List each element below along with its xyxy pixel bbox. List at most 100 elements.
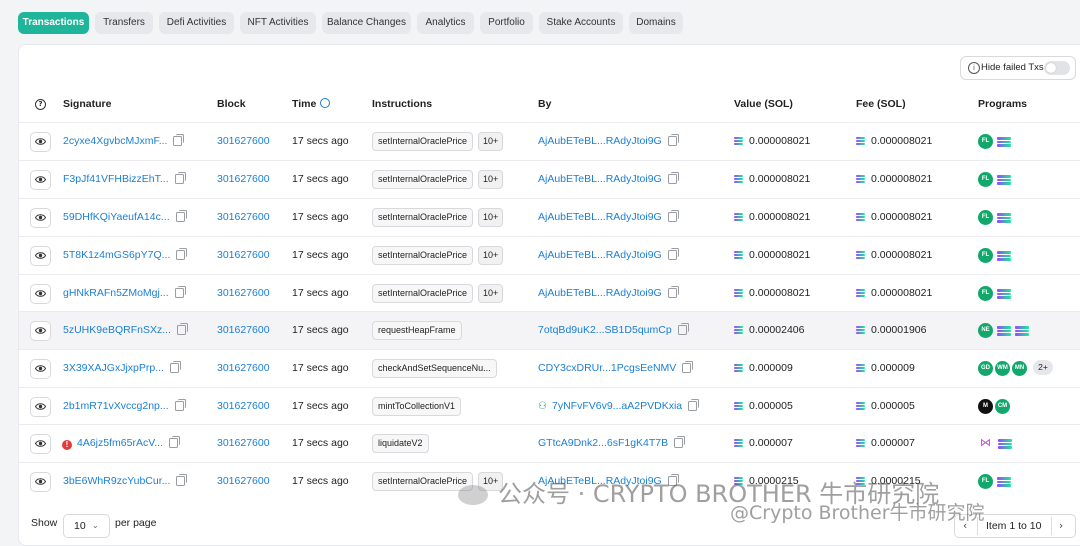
copy-icon[interactable] <box>174 286 186 298</box>
signer-link[interactable]: AjAubETeBL...RAdyJtoi9G <box>538 135 662 147</box>
solana-program-icon[interactable] <box>998 439 1012 449</box>
col-time[interactable]: Time <box>292 96 331 112</box>
view-details-button[interactable] <box>30 321 51 341</box>
block-link[interactable]: 301627600 <box>217 361 270 375</box>
signature-link[interactable]: gHNkRAFn5ZMoMgj... <box>63 287 169 299</box>
copy-icon[interactable] <box>667 172 679 184</box>
instruction-badge[interactable]: setInternalOraclePrice <box>372 284 474 303</box>
solana-program-icon[interactable] <box>997 137 1011 147</box>
table-row[interactable]: 5zUHK9eBQRFnSXz... 301627600 17 secs ago re… <box>19 311 1080 350</box>
view-details-button[interactable] <box>30 170 51 190</box>
tab-defi-activities[interactable]: Defi Activities <box>159 12 234 34</box>
instruction-badge[interactable]: setInternalOraclePrice <box>372 208 474 227</box>
solana-program-icon[interactable] <box>1015 326 1029 336</box>
instruction-badge[interactable]: setInternalOraclePrice <box>372 132 474 151</box>
signer-link[interactable]: AjAubETeBL...RAdyJtoi9G <box>538 249 662 261</box>
per-page-select[interactable]: 10 ⌄ <box>63 514 110 538</box>
program-badge[interactable]: WM <box>995 361 1010 376</box>
copy-icon[interactable] <box>682 361 694 373</box>
copy-icon[interactable] <box>174 172 186 184</box>
program-logo-icon[interactable]: NOM <box>978 399 993 414</box>
more-instructions-badge[interactable]: 10+ <box>478 170 504 189</box>
block-link[interactable]: 301627600 <box>217 286 270 300</box>
program-badge[interactable]: FL <box>978 286 993 301</box>
view-details-button[interactable] <box>30 246 51 266</box>
tab-transactions[interactable]: Transactions <box>18 12 89 34</box>
signature-link[interactable]: 3bE6WhR9zcYubCur... <box>63 475 170 487</box>
instruction-badge[interactable]: setInternalOraclePrice <box>372 246 474 265</box>
copy-icon[interactable] <box>173 134 185 146</box>
solana-program-icon[interactable] <box>997 251 1011 261</box>
copy-icon[interactable] <box>169 436 180 448</box>
program-badge[interactable]: GD <box>978 361 993 376</box>
program-badge[interactable]: FL <box>978 210 993 225</box>
clock-icon[interactable] <box>320 98 331 108</box>
table-row[interactable]: 3X39XAJGxJjxpPrp... 301627600 17 secs ago c… <box>19 349 1080 388</box>
table-row[interactable]: 5T8K1z4mGS6pY7Q... 301627600 17 secs ago se… <box>19 236 1080 275</box>
signer-link[interactable]: AjAubETeBL...RAdyJtoi9G <box>538 287 662 299</box>
signer-link[interactable]: AjAubETeBL...RAdyJtoi9G <box>538 173 662 185</box>
copy-icon[interactable] <box>667 210 679 222</box>
program-badge[interactable]: FL <box>978 474 993 489</box>
table-row[interactable]: 59DHfKQiYaeufA14c... 301627600 17 secs ago… <box>19 198 1080 237</box>
table-row[interactable]: 2b1mR71vXvccg2np... 301627600 17 secs ago m… <box>19 387 1080 426</box>
copy-icon[interactable] <box>176 474 188 486</box>
block-link[interactable]: 301627600 <box>217 172 270 186</box>
copy-icon[interactable] <box>674 436 686 448</box>
tab-balance-changes[interactable]: Balance Changes <box>322 12 411 34</box>
signature-link[interactable]: 3X39XAJGxJjxpPrp... <box>63 362 164 374</box>
hide-failed-toggle[interactable]: i Hide failed Txs <box>960 56 1076 80</box>
copy-icon[interactable] <box>667 286 679 298</box>
block-link[interactable]: 301627600 <box>217 474 270 488</box>
tab-domains[interactable]: Domains <box>629 12 683 34</box>
signer-link[interactable]: GTtcA9Dnk2...6sF1gK4T7B <box>538 437 668 449</box>
table-row[interactable]: gHNkRAFn5ZMoMgj... 301627600 17 secs ago se… <box>19 274 1080 313</box>
signature-link[interactable]: F3pJf41VFHBizzEhT... <box>63 173 169 185</box>
block-link[interactable]: 301627600 <box>217 436 270 450</box>
copy-icon[interactable] <box>688 399 700 411</box>
signature-link[interactable]: 2b1mR71vXvccg2np... <box>63 400 169 412</box>
block-link[interactable]: 301627600 <box>217 210 270 224</box>
view-details-button[interactable] <box>30 208 51 228</box>
view-details-button[interactable] <box>30 359 51 379</box>
signature-link[interactable]: 2cyxe4XgvbcMJxmF... <box>63 135 167 147</box>
view-details-button[interactable] <box>30 472 51 492</box>
table-row[interactable]: F3pJf41VFHBizzEhT... 301627600 17 secs ago… <box>19 160 1080 199</box>
solana-program-icon[interactable] <box>997 289 1011 299</box>
signature-link[interactable]: 59DHfKQiYaeufA14c... <box>63 211 170 223</box>
block-link[interactable]: 301627600 <box>217 323 270 337</box>
tab-analytics[interactable]: Analytics <box>417 12 474 34</box>
solana-program-icon[interactable] <box>997 213 1011 223</box>
more-instructions-badge[interactable]: 10+ <box>478 208 504 227</box>
view-details-button[interactable] <box>30 397 51 417</box>
program-logo-icon[interactable]: ⋈ <box>980 436 991 449</box>
block-link[interactable]: 301627600 <box>217 399 270 413</box>
view-details-button[interactable] <box>30 132 51 152</box>
view-details-button[interactable] <box>30 434 51 454</box>
more-instructions-badge[interactable]: 10+ <box>478 246 504 265</box>
more-instructions-badge[interactable]: 10+ <box>478 284 504 303</box>
instruction-badge[interactable]: liquidateV2 <box>372 434 429 453</box>
program-badge[interactable]: CM <box>995 399 1010 414</box>
program-badge[interactable]: NE <box>978 323 993 338</box>
copy-icon[interactable] <box>667 134 679 146</box>
instruction-badge[interactable]: checkAndSetSequenceNu... <box>372 359 497 378</box>
block-link[interactable]: 301627600 <box>217 134 270 148</box>
tab-transfers[interactable]: Transfers <box>95 12 153 34</box>
copy-icon[interactable] <box>169 361 181 373</box>
tab-stake-accounts[interactable]: Stake Accounts <box>539 12 623 34</box>
solana-program-icon[interactable] <box>997 326 1011 336</box>
program-badge[interactable]: FL <box>978 248 993 263</box>
copy-icon[interactable] <box>176 323 188 335</box>
program-badge[interactable]: FL <box>978 134 993 149</box>
signer-link[interactable]: AjAubETeBL...RAdyJtoi9G <box>538 211 662 223</box>
copy-icon[interactable] <box>175 210 187 222</box>
tab-nft-activities[interactable]: NFT Activities <box>240 12 316 34</box>
more-programs-badge[interactable]: 2+ <box>1033 360 1053 375</box>
copy-icon[interactable] <box>174 399 186 411</box>
solana-program-icon[interactable] <box>997 175 1011 185</box>
signature-link[interactable]: 5T8K1z4mGS6pY7Q... <box>63 249 170 261</box>
block-link[interactable]: 301627600 <box>217 248 270 262</box>
program-badge[interactable]: MN <box>1012 361 1027 376</box>
copy-icon[interactable] <box>176 248 188 260</box>
